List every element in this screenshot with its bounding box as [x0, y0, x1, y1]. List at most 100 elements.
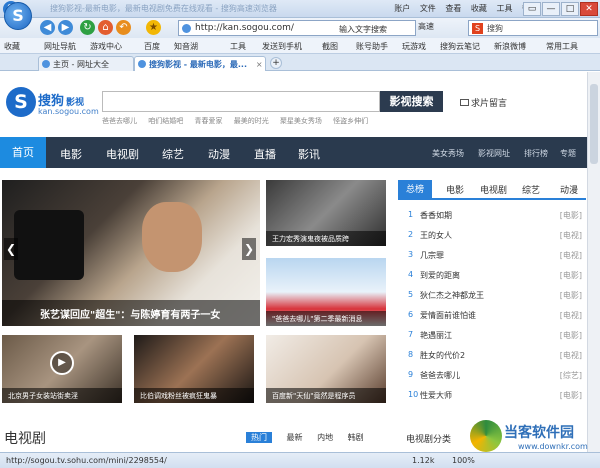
nav-news[interactable]: 影讯: [298, 146, 320, 162]
thumb-caption: 北京男子女装站街卖淫: [2, 388, 122, 403]
new-tab-button[interactable]: +: [270, 57, 282, 69]
hot-word[interactable]: 聚星美女秀场: [280, 117, 322, 125]
hot-word[interactable]: 咱们结婚吧: [148, 117, 183, 125]
scrollbar[interactable]: [587, 72, 600, 452]
scrollbar-thumb[interactable]: [590, 84, 598, 164]
menu-file[interactable]: 文件: [420, 4, 436, 13]
hot-word[interactable]: 青春爱家: [194, 117, 222, 125]
thumb-card[interactable]: 比伯调戏粉丝被疯狂鬼暴: [134, 335, 254, 403]
thumb-card[interactable]: ▶ 北京男子女装站街卖淫: [2, 335, 122, 403]
nav-tv[interactable]: 电视剧: [106, 146, 139, 162]
thumb-card[interactable]: 百度新"天仙"竟然是程序员: [266, 335, 386, 403]
slide-next-icon[interactable]: ❯: [242, 238, 256, 260]
refresh-icon[interactable]: ↻: [80, 20, 95, 35]
rank-tab-variety[interactable]: 综艺: [522, 183, 540, 196]
featured-slide[interactable]: ❮ ❯ 张艺谋回应"超生"：与陈婷育有两子一女: [2, 180, 260, 326]
nav-movie[interactable]: 电影: [60, 146, 82, 162]
minimize-button[interactable]: —: [542, 2, 560, 16]
search-engine-icon[interactable]: S: [472, 23, 483, 34]
rank-tab-all[interactable]: 总榜: [398, 180, 433, 200]
rank-number: 8: [408, 350, 414, 359]
nav-home[interactable]: 首页: [0, 137, 46, 168]
rank-number: 1: [408, 210, 414, 219]
list-item[interactable]: 2 王的女人 [电视]: [406, 226, 584, 246]
play-icon[interactable]: ▶: [50, 351, 74, 375]
star-icon[interactable]: ★: [146, 20, 161, 35]
hot-word[interactable]: 怪盗乡伸们: [333, 117, 368, 125]
nav-topics[interactable]: 专题: [560, 148, 576, 159]
list-item[interactable]: 9 爸爸去哪儿 [综艺]: [406, 366, 584, 386]
rank-number: 9: [408, 370, 414, 379]
list-item[interactable]: 1 香香如期 [电影]: [406, 206, 584, 226]
rank-tab-tv[interactable]: 电视剧: [480, 183, 507, 196]
section-tab-hot[interactable]: 热门: [246, 432, 272, 443]
list-item[interactable]: 5 狄仁杰之神都龙王 [电影]: [406, 286, 584, 306]
video-search-button[interactable]: 影视搜索: [380, 91, 443, 112]
nav-live[interactable]: 直播: [254, 146, 276, 162]
site-logo-icon[interactable]: S: [6, 87, 36, 117]
slide-caption[interactable]: 张艺谋回应"超生"：与陈婷育有两子一女: [2, 300, 260, 326]
hot-word[interactable]: 爸爸去哪儿: [102, 117, 137, 125]
nav-video-sites[interactable]: 影视网址: [478, 148, 510, 159]
close-tab-icon[interactable]: ×: [256, 60, 263, 69]
fast-mode-button[interactable]: 高速: [418, 21, 434, 32]
menu-view[interactable]: 查看: [445, 4, 461, 13]
fav-tools[interactable]: 工具: [230, 41, 246, 52]
rank-title: 艳遇丽江: [420, 331, 452, 340]
fav-nav[interactable]: 网址导航: [44, 41, 76, 52]
nav-anime[interactable]: 动漫: [208, 146, 230, 162]
list-item[interactable]: 10 性爱大师 [电影]: [406, 386, 584, 406]
hot-words: 爸爸去哪儿 咱们结婚吧 青春爱家 最美的时光 聚星美女秀场 怪盗乡伸们: [102, 116, 377, 126]
rank-tab-anime[interactable]: 动漫: [560, 183, 578, 196]
address-url[interactable]: http://kan.sogou.com/: [195, 23, 294, 33]
forward-icon[interactable]: ▶: [58, 20, 73, 35]
section-tab-new[interactable]: 最新: [287, 433, 303, 442]
tab-home[interactable]: 主页 - 网址大全: [38, 56, 134, 71]
nav-beauty-show[interactable]: 美女秀场: [432, 148, 464, 159]
home-icon[interactable]: ⌂: [98, 20, 113, 35]
search-input[interactable]: 搜狗: [487, 23, 503, 34]
fav-zhiyin[interactable]: 知音湖: [174, 41, 198, 52]
section-tab-mainland[interactable]: 内地: [317, 433, 333, 442]
maximize-button[interactable]: □: [561, 2, 579, 16]
list-item[interactable]: 8 胜女的代价2 [电视]: [406, 346, 584, 366]
slide-prev-icon[interactable]: ❮: [4, 238, 18, 260]
nav-ranking[interactable]: 排行榜: [524, 148, 548, 159]
undo-icon[interactable]: ↶: [116, 20, 131, 35]
nav-variety[interactable]: 综艺: [162, 146, 184, 162]
address-bar[interactable]: http://kan.sogou.com/ 输入文字搜索: [178, 20, 416, 36]
list-item[interactable]: 6 爱情面前谁怕谁 [电视]: [406, 306, 584, 326]
list-item[interactable]: 7 艳遇丽江 [电影]: [406, 326, 584, 346]
sogou-browser-icon[interactable]: S: [4, 2, 32, 30]
skin-button[interactable]: ▭: [523, 2, 541, 16]
section-tab-korean[interactable]: 韩剧: [348, 433, 364, 442]
rank-tag: [综艺]: [559, 371, 582, 380]
fav-common-tools[interactable]: 常用工具: [546, 41, 578, 52]
fav-screenshot[interactable]: 截图: [322, 41, 338, 52]
close-button[interactable]: ✕: [580, 2, 598, 16]
fav-games[interactable]: 游戏中心: [90, 41, 122, 52]
back-icon[interactable]: ◀: [40, 20, 55, 35]
tab-sogou-video[interactable]: 搜狗影视 - 最新电影，最... ×: [134, 56, 266, 71]
list-item[interactable]: 4 到爱的距离 [电影]: [406, 266, 584, 286]
menu-tools[interactable]: 工具: [496, 4, 512, 13]
menu-account[interactable]: 账户: [394, 4, 410, 13]
rank-tab-movie[interactable]: 电影: [446, 183, 464, 196]
fav-baidu[interactable]: 百度: [144, 41, 160, 52]
fav-play[interactable]: 玩游戏: [402, 41, 426, 52]
rank-tag: [电影]: [559, 291, 582, 300]
thumb-card[interactable]: 王力宏秀演鬼夜被品质跨: [266, 180, 386, 246]
fav-collect[interactable]: 收藏: [4, 41, 20, 52]
thumb-card[interactable]: "爸爸去哪儿"第二季最新消息: [266, 258, 386, 326]
request-movie-link[interactable]: 求片留言: [460, 96, 507, 109]
search-box[interactable]: S 搜狗: [468, 20, 598, 36]
list-item[interactable]: 3 几宗罪 [电视]: [406, 246, 584, 266]
fav-send-phone[interactable]: 发送到手机: [262, 41, 302, 52]
fav-account[interactable]: 账号助手: [356, 41, 388, 52]
fav-cloud-note[interactable]: 搜狗云笔记: [440, 41, 480, 52]
menu-favorites[interactable]: 收藏: [471, 4, 487, 13]
fav-weibo[interactable]: 新浪微博: [494, 41, 526, 52]
rank-tag: [电影]: [559, 331, 582, 340]
hot-word[interactable]: 最美的时光: [234, 117, 269, 125]
video-search-input[interactable]: [102, 91, 380, 112]
